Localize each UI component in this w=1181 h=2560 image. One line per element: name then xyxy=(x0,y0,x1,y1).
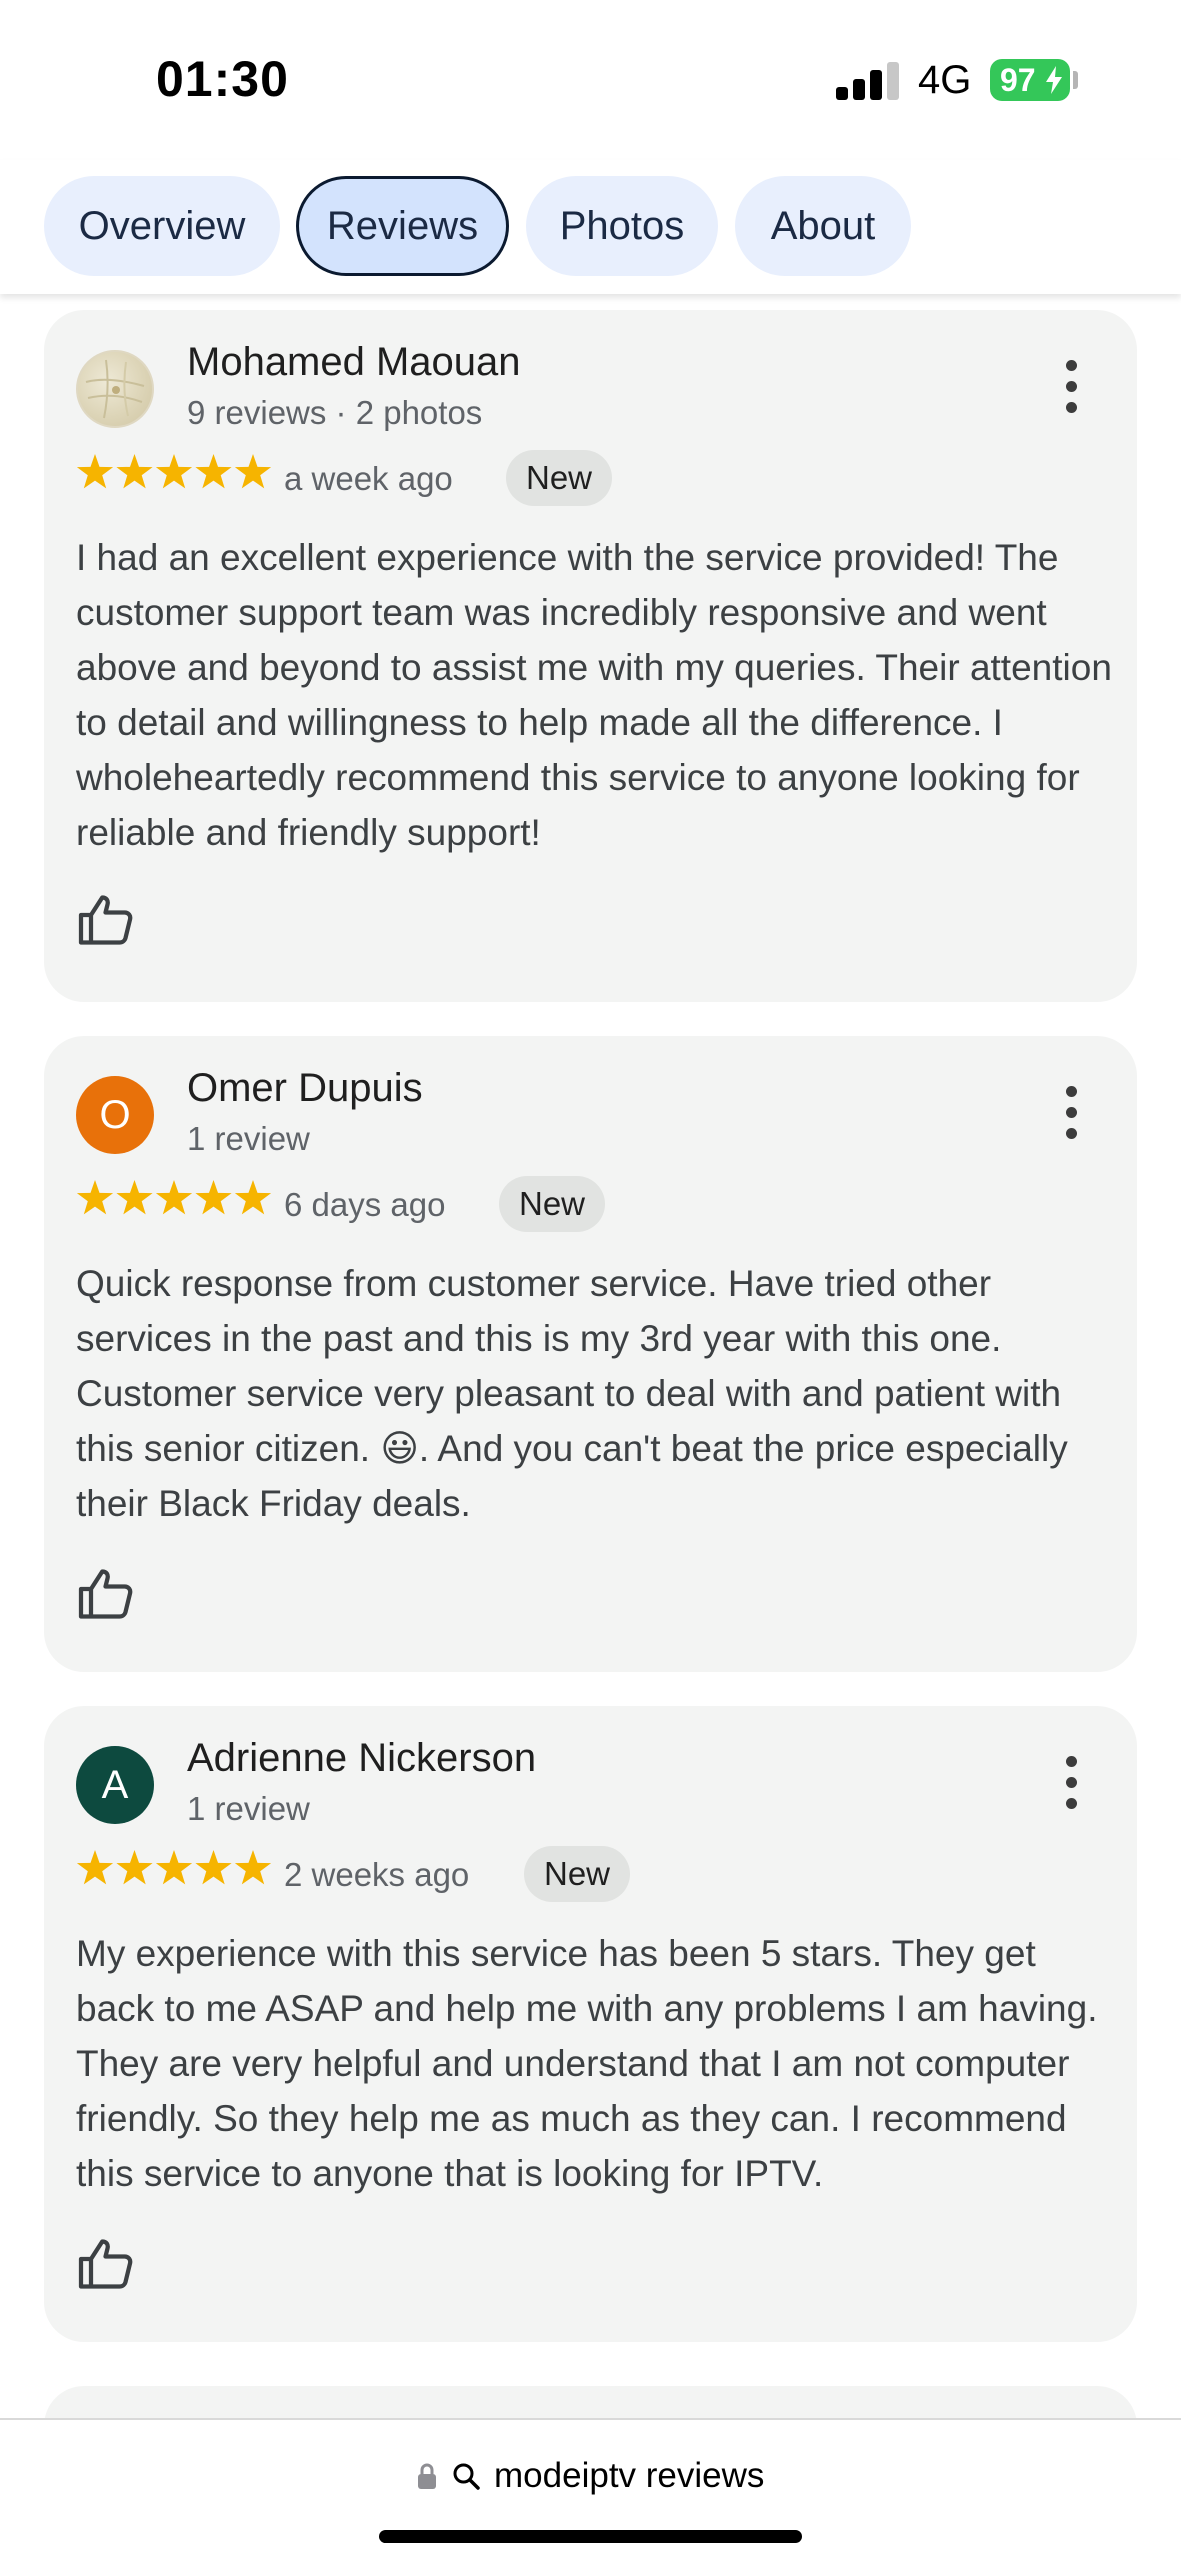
review-card: Mohamed Maouan 9 reviews · 2 photos a we… xyxy=(44,310,1137,1002)
reviewer-meta: 1 review xyxy=(187,1120,310,1157)
battery-cap xyxy=(1073,71,1078,89)
reviewer-name[interactable]: Omer Dupuis xyxy=(187,1066,423,1111)
home-indicator[interactable] xyxy=(379,2530,802,2543)
status-bar: 01:30 4G 97 xyxy=(0,0,1181,160)
review-card: A Adrienne Nickerson 1 review 2 weeks ag… xyxy=(44,1706,1137,2342)
thumbs-up-icon[interactable] xyxy=(76,1564,136,1624)
new-badge: New xyxy=(506,450,613,506)
signal-bars-icon xyxy=(836,62,899,100)
star-icon xyxy=(195,1850,232,1885)
star-icon xyxy=(76,1850,114,1885)
tab-overview[interactable]: Overview xyxy=(44,176,280,276)
avatar[interactable]: A xyxy=(76,1746,154,1824)
star-icon xyxy=(155,1180,193,1215)
avatar[interactable]: O xyxy=(76,1076,154,1154)
star-icon xyxy=(116,1850,153,1885)
star-rating xyxy=(76,1850,272,1885)
star-icon xyxy=(116,454,153,489)
star-rating xyxy=(76,454,272,489)
reviewer-meta: 9 reviews · 2 photos xyxy=(187,394,483,431)
star-icon xyxy=(76,1180,114,1215)
search-icon xyxy=(453,2463,481,2490)
lock-icon xyxy=(417,2463,436,2489)
more-options-icon[interactable] xyxy=(1061,1086,1081,1140)
place-tabs: Overview Reviews Photos About xyxy=(0,160,1181,294)
tab-photos[interactable]: Photos xyxy=(526,176,718,276)
url-text: modeiptv reviews xyxy=(494,2455,765,2495)
star-icon xyxy=(234,1180,272,1215)
review-text: My experience with this service has been… xyxy=(76,1933,1098,2194)
thumbs-up-icon[interactable] xyxy=(76,890,136,950)
star-icon xyxy=(155,454,193,489)
reviewer-name[interactable]: Adrienne Nickerson xyxy=(187,1736,536,1781)
reviewer-meta: 1 review xyxy=(187,1790,310,1827)
battery-indicator: 97 xyxy=(990,59,1070,101)
address-bar[interactable]: modeiptv reviews xyxy=(0,2454,1181,2496)
review-text: I had an excellent experience with the s… xyxy=(76,537,1112,853)
star-icon xyxy=(76,454,114,489)
star-icon xyxy=(195,1180,232,1215)
tab-about[interactable]: About xyxy=(735,176,911,276)
new-badge: New xyxy=(499,1176,606,1232)
tab-reviews[interactable]: Reviews xyxy=(296,176,509,276)
reviewer-name[interactable]: Mohamed Maouan xyxy=(187,340,521,385)
more-options-icon[interactable] xyxy=(1061,360,1081,414)
browser-bottom-bar: modeiptv reviews xyxy=(0,2418,1181,2560)
charging-bolt-icon xyxy=(1046,66,1062,94)
star-icon xyxy=(155,1850,193,1885)
star-icon xyxy=(234,1850,272,1885)
thumbs-up-icon[interactable] xyxy=(76,2234,136,2294)
review-time: a week ago xyxy=(284,460,453,497)
status-time: 01:30 xyxy=(156,51,289,107)
review-text: Quick response from customer service. Ha… xyxy=(76,1263,1068,1524)
review-time: 6 days ago xyxy=(284,1186,446,1223)
star-icon xyxy=(234,454,272,489)
network-type: 4G xyxy=(918,58,972,102)
avatar[interactable] xyxy=(76,350,154,428)
new-badge: New xyxy=(524,1846,631,1902)
star-icon xyxy=(116,1180,153,1215)
review-card: O Omer Dupuis 1 review 6 days ago New Qu… xyxy=(44,1036,1137,1672)
star-rating xyxy=(76,1180,272,1215)
more-options-icon[interactable] xyxy=(1061,1756,1081,1810)
map-thumbnail-icon xyxy=(85,359,145,419)
star-icon xyxy=(195,454,232,489)
review-time: 2 weeks ago xyxy=(284,1856,470,1893)
battery-level: 97 xyxy=(1000,62,1036,98)
page: 01:30 4G 97 Overview Reviews Photos Abou… xyxy=(0,0,1181,2560)
